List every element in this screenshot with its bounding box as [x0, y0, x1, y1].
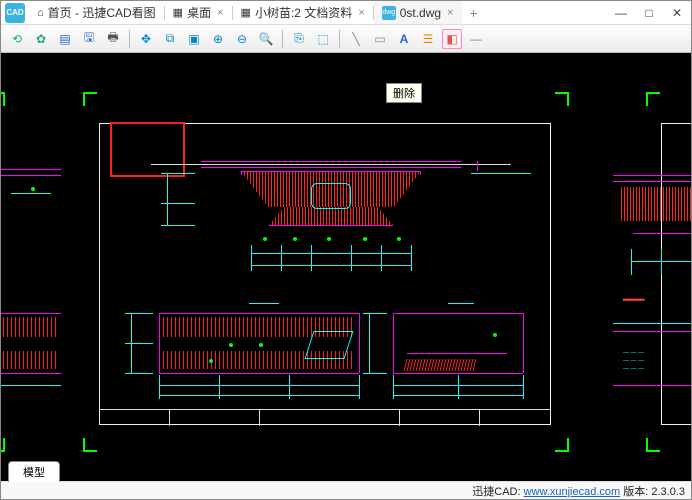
app-title: 首页 - 迅捷CAD看图 [48, 4, 156, 21]
tree-button[interactable]: ✿ [31, 29, 51, 49]
cross-section-figure [201, 153, 461, 273]
toolbar-separator [339, 30, 340, 48]
pan-icon: ✥ [141, 32, 151, 46]
crop-mark [646, 92, 660, 106]
minimize-button[interactable]: — [607, 2, 635, 24]
crop-mark [1, 438, 5, 452]
refresh-button[interactable]: ⟲ [7, 29, 27, 49]
line-button[interactable]: ╲ [346, 29, 366, 49]
line-icon: ╲ [352, 32, 359, 46]
model-tab[interactable]: 模型 [8, 461, 60, 482]
close-button[interactable]: ✕ [663, 2, 691, 24]
text-icon: A [400, 32, 409, 46]
measure-button[interactable]: — [466, 29, 486, 49]
open-icon: ▤ [59, 32, 70, 46]
tooltip: 删除 [386, 83, 422, 103]
layers-button[interactable]: ☰ [418, 29, 438, 49]
add-tab-button[interactable]: + [462, 5, 486, 21]
dwg-file-icon: dwg [382, 6, 396, 20]
close-icon[interactable]: × [217, 7, 223, 19]
zoom-in-icon: ⊕ [213, 32, 223, 46]
zoom-window-icon: ⧉ [166, 31, 175, 46]
zoom-extents-button[interactable]: ▣ [184, 29, 204, 49]
tab-home[interactable]: ⌂ 首页 - 迅捷CAD看图 [29, 1, 164, 24]
detail-figure-right [393, 303, 523, 413]
box3d-button[interactable]: ⬚ [313, 29, 333, 49]
text-button[interactable]: A [394, 29, 414, 49]
tab-label: 桌面 [187, 4, 211, 21]
copy-button[interactable]: ⎘ [289, 29, 309, 49]
status-version: 2.3.0.3 [651, 486, 685, 498]
window-controls: — □ ✕ [607, 2, 691, 24]
pan-button[interactable]: ✥ [136, 29, 156, 49]
title-block [99, 409, 551, 425]
crop-mark [83, 92, 97, 106]
home-icon: ⌂ [37, 7, 44, 19]
print-button[interactable]: 🖶 [103, 29, 123, 49]
tab-desktop[interactable]: ▦ 桌面 × [165, 1, 232, 24]
toolbar: ⟲ ✿ ▤ 🖫 🖶 ✥ ⧉ ▣ ⊕ ⊖ 🔍 ⎘ ⬚ ╲ ▭ A ☰ ◧ — [1, 25, 691, 53]
save-button[interactable]: 🖫 [79, 29, 99, 49]
detail-figure-left [159, 303, 359, 413]
crop-mark [555, 438, 569, 452]
status-text: 迅捷CAD: www.xunjiecad.com 版本: 2.3.0.3 [472, 483, 685, 499]
rect-icon: ▭ [374, 32, 385, 46]
erase-button[interactable]: ◧ [442, 29, 462, 49]
selection-box [110, 122, 185, 177]
crop-mark [83, 438, 97, 452]
toolbar-separator [282, 30, 283, 48]
grid-icon: ▦ [241, 6, 251, 19]
status-version-label: 版本: [620, 486, 651, 498]
zoom-out-button[interactable]: ⊖ [232, 29, 252, 49]
zoom-out-icon: ⊖ [237, 32, 247, 46]
status-link[interactable]: www.xunjiecad.com [524, 486, 621, 498]
toolbar-separator [129, 30, 130, 48]
cad-canvas[interactable]: 删除 [1, 53, 691, 481]
maximize-button[interactable]: □ [635, 2, 663, 24]
refresh-icon: ⟲ [12, 32, 22, 46]
zoom-extents-icon: ▣ [188, 32, 199, 46]
zoom-window-button[interactable]: ⧉ [160, 29, 180, 49]
crop-mark [555, 92, 569, 106]
open-button[interactable]: ▤ [55, 29, 75, 49]
adjacent-figure-right: — — —— — —— — — ▂▂▂▂ [613, 153, 691, 413]
tree-icon: ✿ [36, 32, 46, 46]
grid-icon: ▦ [173, 6, 183, 19]
layers-icon: ☰ [423, 32, 434, 46]
app-icon: CAD [5, 3, 25, 23]
statusbar: 迅捷CAD: www.xunjiecad.com 版本: 2.3.0.3 [1, 481, 691, 499]
adjacent-figure-left-top [1, 163, 61, 233]
crop-mark [1, 92, 5, 106]
cube-icon: ⬚ [317, 32, 328, 46]
measure-icon: — [470, 32, 482, 46]
tab-file-active[interactable]: dwg 0st.dwg × [374, 1, 462, 24]
zoom-icon: 🔍 [259, 32, 274, 46]
tab-label: 0st.dwg [400, 6, 441, 20]
close-icon[interactable]: × [447, 7, 453, 19]
zoom-in-button[interactable]: ⊕ [208, 29, 228, 49]
print-icon: 🖶 [107, 28, 118, 49]
tab-label: 小树苗:2 文档资料 [255, 4, 352, 21]
status-prefix: 迅捷CAD: [472, 486, 523, 498]
erase-icon: ◧ [446, 32, 457, 46]
rect-button[interactable]: ▭ [370, 29, 390, 49]
tab-doc[interactable]: ▦ 小树苗:2 文档资料 × [233, 1, 373, 24]
crop-mark [646, 438, 660, 452]
zoom-realtime-button[interactable]: 🔍 [256, 29, 276, 49]
adjacent-figure-left [1, 303, 61, 413]
copy-icon: ⎘ [294, 31, 304, 46]
save-icon: 🖫 [84, 28, 94, 49]
titlebar: CAD ⌂ 首页 - 迅捷CAD看图 ▦ 桌面 × ▦ 小树苗:2 文档资料 ×… [1, 1, 691, 25]
close-icon[interactable]: × [358, 7, 364, 19]
